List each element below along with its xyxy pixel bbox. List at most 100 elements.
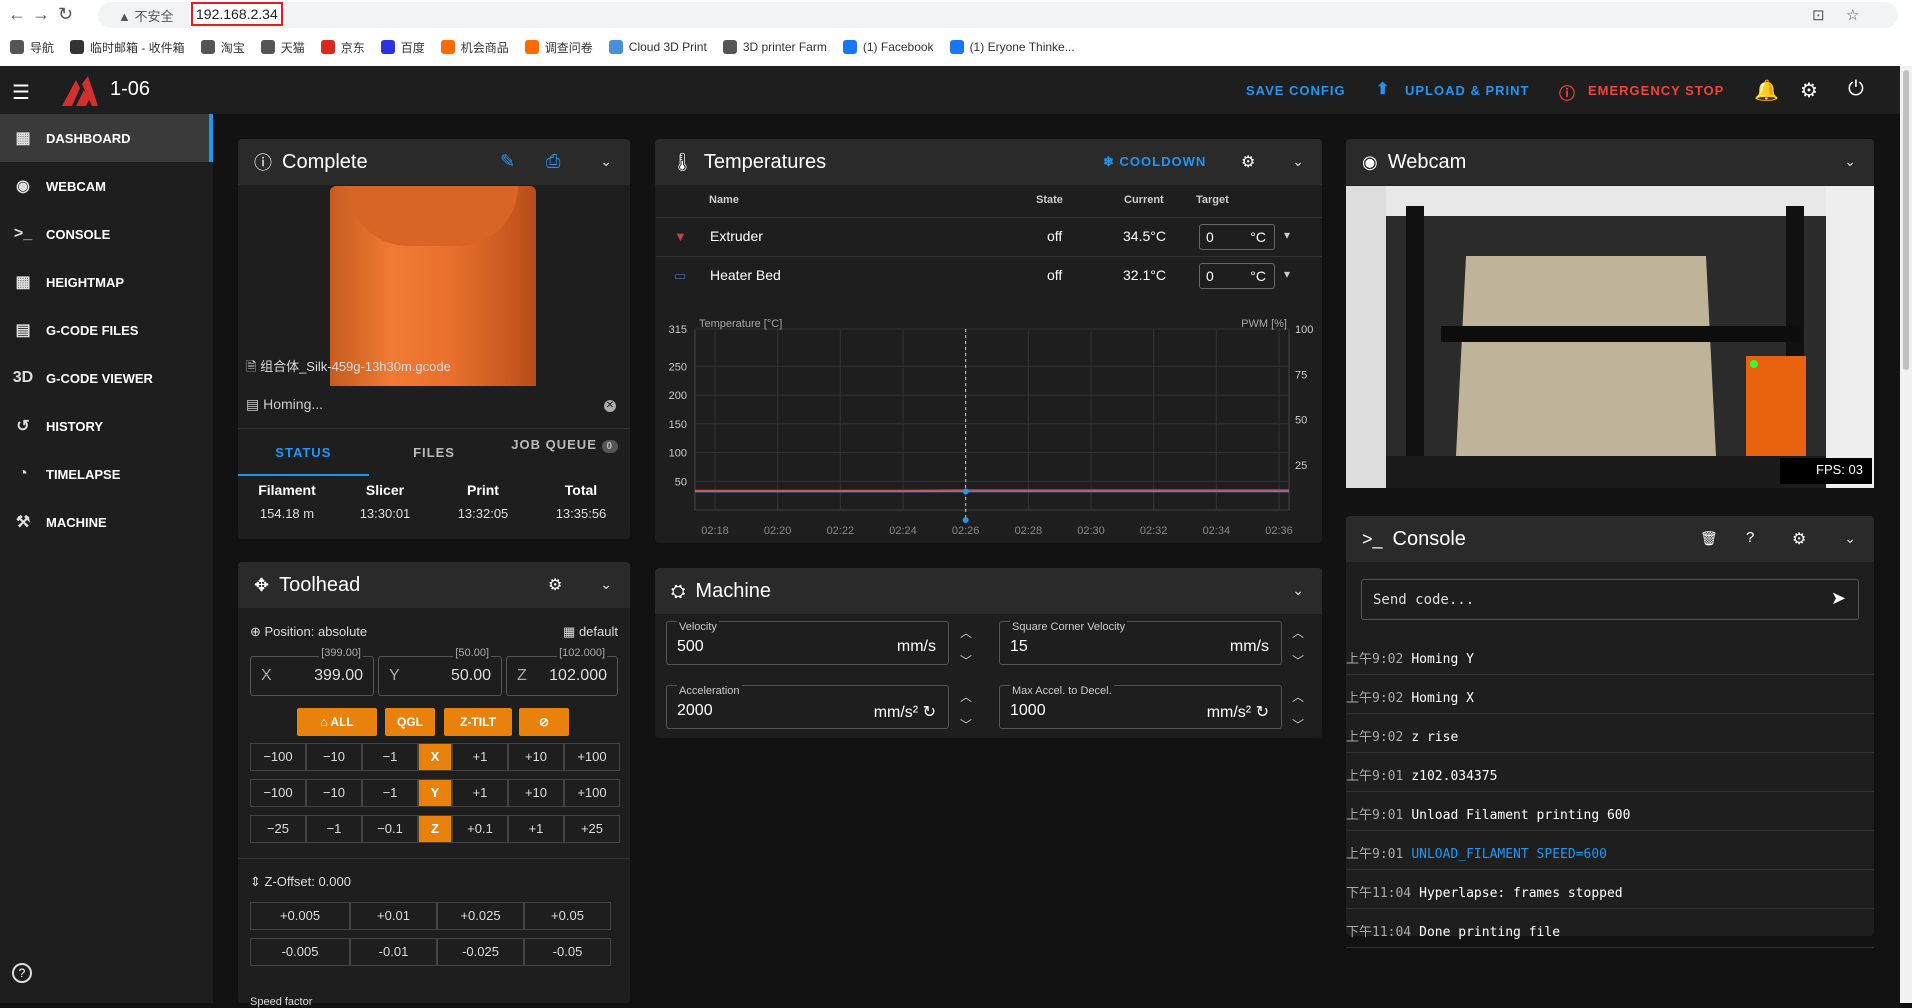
zoffset-button[interactable]: +0.005 [250,902,350,930]
jog-button[interactable]: −25 [250,815,306,843]
power-icon[interactable]: ⏻ [1848,78,1864,101]
jog-button[interactable]: −1 [362,779,418,807]
jog-button[interactable]: −1 [362,743,418,771]
chevron-down-icon[interactable]: ⌄ [600,576,612,593]
chevron-down-icon[interactable]: ⌄ [1292,582,1304,599]
chevron-down-icon[interactable]: ﹀ [1292,716,1304,733]
close-icon[interactable]: ✕ [604,400,616,412]
bookmark-item[interactable]: 淘宝 [201,36,245,58]
url-text[interactable]: 192.168.2.34 [191,2,283,26]
bookmark-item[interactable]: Cloud 3D Print [609,36,707,58]
z-tilt-button[interactable]: Z-TILT [444,708,512,736]
chevron-down-icon[interactable]: ▾ [1284,267,1290,281]
printer-icon[interactable]: ⎙ [546,151,560,172]
bookmark-item[interactable]: 机会商品 [441,36,509,58]
menu-icon[interactable]: ☰ [12,80,30,105]
sidebar-item-gcode-files[interactable]: ▤G-CODE FILES [0,306,213,354]
chevron-down-icon[interactable]: ▾ [1284,228,1290,242]
settings-icon[interactable]: ⚙ [1800,78,1818,103]
chevron-down-icon[interactable]: ﹀ [1292,652,1304,669]
bookmark-item[interactable]: 天猫 [261,36,305,58]
emergency-stop-button[interactable]: EMERGENCY STOP [1588,83,1724,98]
jog-button[interactable]: −1 [306,815,362,843]
position-y-field[interactable]: Y50.00[50.00] [378,656,502,696]
console-input[interactable]: Send code... ➤ [1361,579,1859,620]
home-all-button[interactable]: ⌂ ALL [297,708,377,736]
tab-status[interactable]: STATUS [238,429,369,476]
chevron-down-icon[interactable]: ﹀ [960,716,972,733]
sidebar-item-machine[interactable]: ⚒MACHINE [0,498,213,546]
tab-files[interactable]: FILES [369,429,500,476]
page-scrollbar[interactable] [1900,66,1912,1003]
sidebar-item-gcode-viewer[interactable]: 3DG-CODE VIEWER [0,354,213,402]
sidebar-item-webcam[interactable]: ◉WEBCAM [0,162,213,210]
help-icon[interactable]: ? [1746,529,1754,546]
send-icon[interactable]: ➤ [1831,588,1846,609]
chevron-up-icon[interactable]: ︿ [960,688,972,705]
address-bar[interactable] [98,2,1898,28]
cooldown-button[interactable]: ❄ COOLDOWN [1103,154,1206,170]
reload-icon[interactable]: ↻ [58,4,73,25]
target-input[interactable]: 0°C [1199,224,1275,250]
settings-icon[interactable]: ⚙ [1792,529,1806,549]
zoffset-button[interactable]: -0.05 [524,938,611,966]
chevron-down-icon[interactable]: ⌄ [1844,530,1856,547]
chevron-down-icon[interactable]: ⌄ [600,153,612,170]
settings-icon[interactable]: ⚙ [1241,152,1255,172]
motors-off-button[interactable]: ⊘ [519,708,569,736]
bookmark-item[interactable]: 3D printer Farm [723,36,827,58]
chevron-up-icon[interactable]: ︿ [1292,688,1304,705]
jog-button[interactable]: +100 [564,743,620,771]
bookmark-item[interactable]: (1) Facebook [843,36,934,58]
bell-icon[interactable]: 🔔 [1754,78,1779,103]
qgl-button[interactable]: QGL [385,708,435,736]
translate-icon[interactable]: ⊡ [1812,6,1825,24]
jog-button[interactable]: +10 [508,743,564,771]
zoffset-button[interactable]: -0.025 [437,938,524,966]
sidebar-item-heightmap[interactable]: ▦HEIGHTMAP [0,258,213,306]
bookmark-star-icon[interactable]: ☆ [1846,6,1859,24]
jog-button[interactable]: −0.1 [362,815,418,843]
jog-button[interactable]: −100 [250,779,306,807]
bookmark-item[interactable]: 百度 [381,36,425,58]
jog-button[interactable]: +1 [452,743,508,771]
zoffset-button[interactable]: +0.05 [524,902,611,930]
tab-job-queue[interactable]: JOB QUEUE 0 [499,429,630,476]
sidebar-item-history[interactable]: ↺HISTORY [0,402,213,450]
jog-button[interactable]: +100 [564,779,620,807]
help-icon[interactable]: ? [12,963,32,983]
sidebar-item-dashboard[interactable]: ▦DASHBOARD [0,114,213,162]
decel-input[interactable]: Max Accel. to Decel.1000mm/s² ↻ [999,685,1282,729]
bookmark-item[interactable]: 临时邮箱 - 收件箱 [70,36,185,58]
chevron-up-icon[interactable]: ︿ [960,624,972,641]
chevron-down-icon[interactable]: ﹀ [960,652,972,669]
profile-label[interactable]: ▦ default [563,624,618,640]
upload-print-button[interactable]: UPLOAD & PRINT [1405,83,1530,98]
jog-button[interactable]: +10 [508,779,564,807]
jog-button[interactable]: +1 [508,815,564,843]
jog-button[interactable]: +25 [564,815,620,843]
jog-button[interactable]: +1 [452,779,508,807]
jog-button[interactable]: −100 [250,743,306,771]
chevron-up-icon[interactable]: ︿ [1292,624,1304,641]
zoffset-button[interactable]: -0.01 [350,938,437,966]
chevron-down-icon[interactable]: ⌄ [1292,153,1304,170]
jog-button[interactable]: +0.1 [452,815,508,843]
sidebar-item-timelapse[interactable]: ◔TIMELAPSE [0,450,213,498]
sidebar-item-console[interactable]: >_CONSOLE [0,210,213,258]
bookmark-item[interactable]: 调查问卷 [525,36,593,58]
position-z-field[interactable]: Z102.000[102.000] [506,656,618,696]
square-corner-velocity-input[interactable]: Square Corner Velocity15mm/s [999,621,1282,665]
zoffset-button[interactable]: +0.01 [350,902,437,930]
velocity-input[interactable]: Velocity500mm/s [666,621,949,665]
bookmark-item[interactable]: 京东 [321,36,365,58]
forward-icon[interactable]: → [32,4,50,25]
jog-button[interactable]: −10 [306,743,362,771]
bookmark-item[interactable]: 导航 [10,36,54,58]
settings-icon[interactable]: ⚙ [548,575,562,595]
acceleration-input[interactable]: Acceleration2000mm/s² ↻ [666,685,949,729]
jog-button[interactable]: −10 [306,779,362,807]
zoffset-button[interactable]: +0.025 [437,902,524,930]
chevron-down-icon[interactable]: ⌄ [1844,153,1856,170]
target-input[interactable]: 0°C [1199,263,1275,289]
